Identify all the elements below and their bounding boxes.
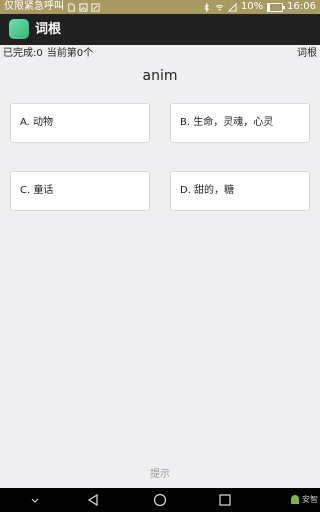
app-title: 词根	[35, 22, 62, 37]
watermark-logo: 安智	[289, 493, 318, 505]
current-index: 当前第0个	[46, 48, 94, 59]
home-circle-icon	[153, 493, 167, 507]
status-bar: 仅限紧急呼叫 10% 16:06	[0, 0, 320, 14]
back-triangle-icon	[87, 493, 98, 507]
clock: 16:06	[287, 1, 316, 12]
watermark-text: 安智	[302, 494, 318, 504]
signal-icon	[227, 2, 237, 12]
back-button[interactable]	[78, 488, 108, 512]
image-icon	[79, 2, 88, 12]
category-label: 词根	[297, 48, 317, 59]
carrier-text: 仅限紧急呼叫	[4, 1, 64, 12]
option-b-button[interactable]: B. 生命，灵魂，心灵	[170, 103, 310, 143]
completed-count: 已完成:0	[3, 48, 43, 59]
recent-apps-button[interactable]	[210, 488, 240, 512]
home-button[interactable]	[145, 488, 175, 512]
hint-button[interactable]: 提示	[0, 468, 320, 482]
android-logo-icon	[291, 495, 299, 504]
edit-icon	[91, 2, 100, 12]
wifi-icon	[215, 4, 224, 11]
battery-icon	[267, 2, 286, 12]
battery-fill	[268, 3, 270, 11]
option-a-button[interactable]: A. 动物	[10, 103, 150, 143]
hide-keyboard-button[interactable]	[20, 488, 50, 512]
bluetooth-icon	[204, 2, 209, 12]
app-logo-icon	[9, 19, 29, 39]
navigation-bar: 安智	[0, 488, 320, 512]
option-d-button[interactable]: D. 甜的，糖	[170, 171, 310, 211]
battery-percent: 10%	[240, 1, 264, 12]
question-word: anim	[142, 68, 178, 84]
option-c-button[interactable]: C. 童话	[10, 171, 150, 211]
app-bar: 词根	[0, 14, 320, 45]
recent-square-icon	[219, 494, 231, 506]
progress-info: 已完成:0 当前第0个	[3, 48, 93, 60]
status-left: 仅限紧急呼叫	[4, 0, 100, 14]
status-right: 10% 16:06	[202, 0, 316, 14]
chevron-down-icon	[31, 498, 39, 503]
sim-icon	[68, 2, 75, 12]
